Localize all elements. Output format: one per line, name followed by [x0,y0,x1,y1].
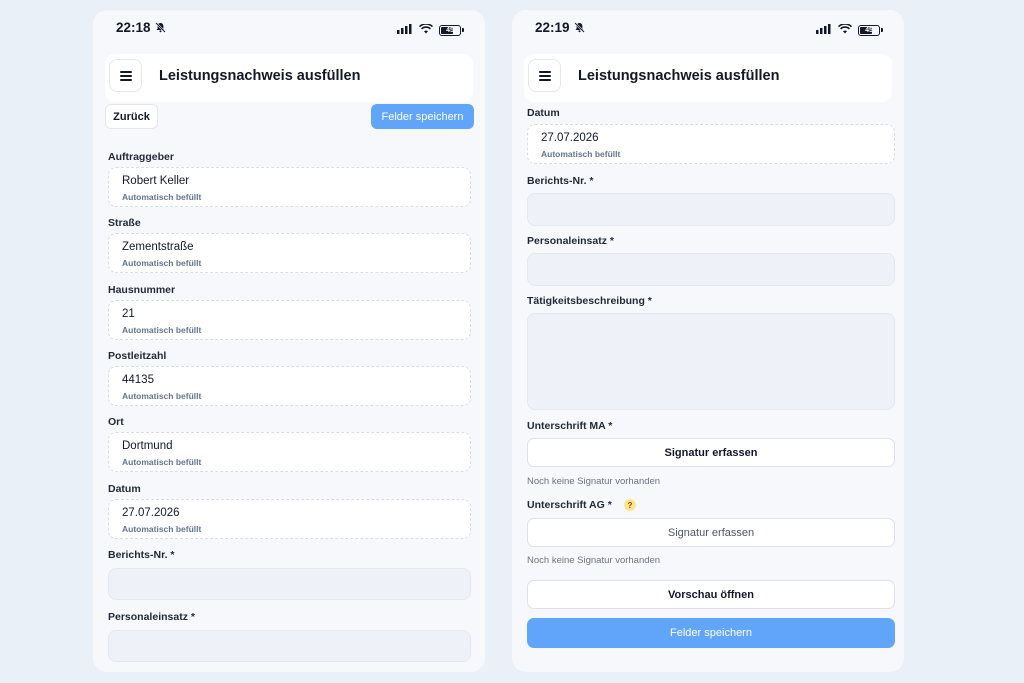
signature-status-note: Noch keine Signatur vorhanden [527,476,661,487]
field-label: Datum [527,107,560,119]
autofill-hint: Automatisch befüllt [122,258,202,268]
field-value: Zementstraße [122,241,194,253]
autofill-hint: Automatisch befüllt [122,192,202,202]
city-field[interactable]: Dortmund Automatisch befüllt [108,432,471,472]
wifi-icon [837,21,853,39]
field-label: Hausnummer [108,284,176,296]
hamburger-icon [119,70,132,81]
status-icons: 45 [816,21,883,39]
app-header: Leistungsnachweis ausfüllen [524,54,892,102]
battery-icon: 45 [858,24,883,36]
field-value: Robert Keller [122,175,190,187]
status-time: 22:19 [535,20,570,35]
field-label: Auftraggeber [108,151,174,163]
field-label: Unterschrift MA * [527,420,613,432]
activity-description-textarea[interactable] [527,313,895,410]
page-title: Leistungsnachweis ausfüllen [159,68,361,84]
field-label: Unterschrift AG * [527,499,612,511]
battery-level: 45 [865,26,873,34]
field-label: Personaleinsatz * [108,611,195,623]
help-icon[interactable]: ? [624,499,636,511]
bell-muted-icon [573,22,585,33]
street-field[interactable]: Zementstraße Automatisch befüllt [108,233,471,273]
field-label: Datum [108,483,141,495]
phone-screen-left: 22:18 45 Leistungsnachweis ausfüllen Zur… [93,10,485,672]
report-number-input[interactable] [527,193,895,226]
menu-button[interactable] [528,59,561,92]
save-fields-button[interactable]: Felder speichern [527,618,895,648]
open-preview-button[interactable]: Vorschau öffnen [527,580,895,609]
status-bar: 22:19 45 [512,10,904,46]
capture-signature-employee-button[interactable]: Signatur erfassen [527,438,895,467]
bell-muted-icon [154,22,166,33]
field-value: 27.07.2026 [122,507,180,519]
status-time: 22:18 [116,20,151,35]
status-time-group: 22:19 [535,20,585,35]
field-value: Dortmund [122,440,173,452]
status-bar: 22:18 45 [93,10,485,46]
signal-icon [397,21,413,39]
date-field[interactable]: 27.07.2026 Automatisch befüllt [108,499,471,539]
autofill-hint: Automatisch befüllt [122,391,202,401]
field-label: Berichts-Nr. * [527,175,594,187]
page-title: Leistungsnachweis ausfüllen [578,68,780,84]
wifi-icon [418,21,434,39]
field-value: 27.07.2026 [541,132,599,144]
client-field[interactable]: Robert Keller Automatisch befüllt [108,167,471,207]
field-label: Tätigkeitsbeschreibung * [527,295,652,307]
field-label: Ort [108,416,124,428]
staff-deployment-input[interactable] [108,630,471,662]
field-value: 21 [122,308,135,320]
back-button[interactable]: Zurück [105,104,158,129]
staff-deployment-input[interactable] [527,253,895,286]
signal-icon [816,21,832,39]
field-value: 44135 [122,374,154,386]
signature-status-note: Noch keine Signatur vorhanden [527,555,661,566]
autofill-hint: Automatisch befüllt [541,149,621,159]
app-header: Leistungsnachweis ausfüllen [105,54,473,102]
phone-screen-right: 22:19 45 Leistungsnachweis ausfüllen Dat… [512,10,904,672]
save-fields-button[interactable]: Felder speichern [371,104,474,129]
capture-signature-client-button[interactable]: Signatur erfassen [527,518,895,547]
autofill-hint: Automatisch befüllt [122,325,202,335]
postal-code-field[interactable]: 44135 Automatisch befüllt [108,366,471,406]
battery-icon: 45 [439,24,464,36]
status-time-group: 22:18 [116,20,166,35]
house-number-field[interactable]: 21 Automatisch befüllt [108,300,471,340]
battery-level: 45 [446,26,454,34]
menu-button[interactable] [109,59,142,92]
report-number-input[interactable] [108,568,471,600]
field-label: Postleitzahl [108,350,167,362]
field-label: Straße [108,217,141,229]
autofill-hint: Automatisch befüllt [122,524,202,534]
hamburger-icon [538,70,551,81]
autofill-hint: Automatisch befüllt [122,457,202,467]
date-field[interactable]: 27.07.2026 Automatisch befüllt [527,124,895,164]
status-icons: 45 [397,21,464,39]
field-label: Berichts-Nr. * [108,549,175,561]
field-label: Personaleinsatz * [527,235,614,247]
